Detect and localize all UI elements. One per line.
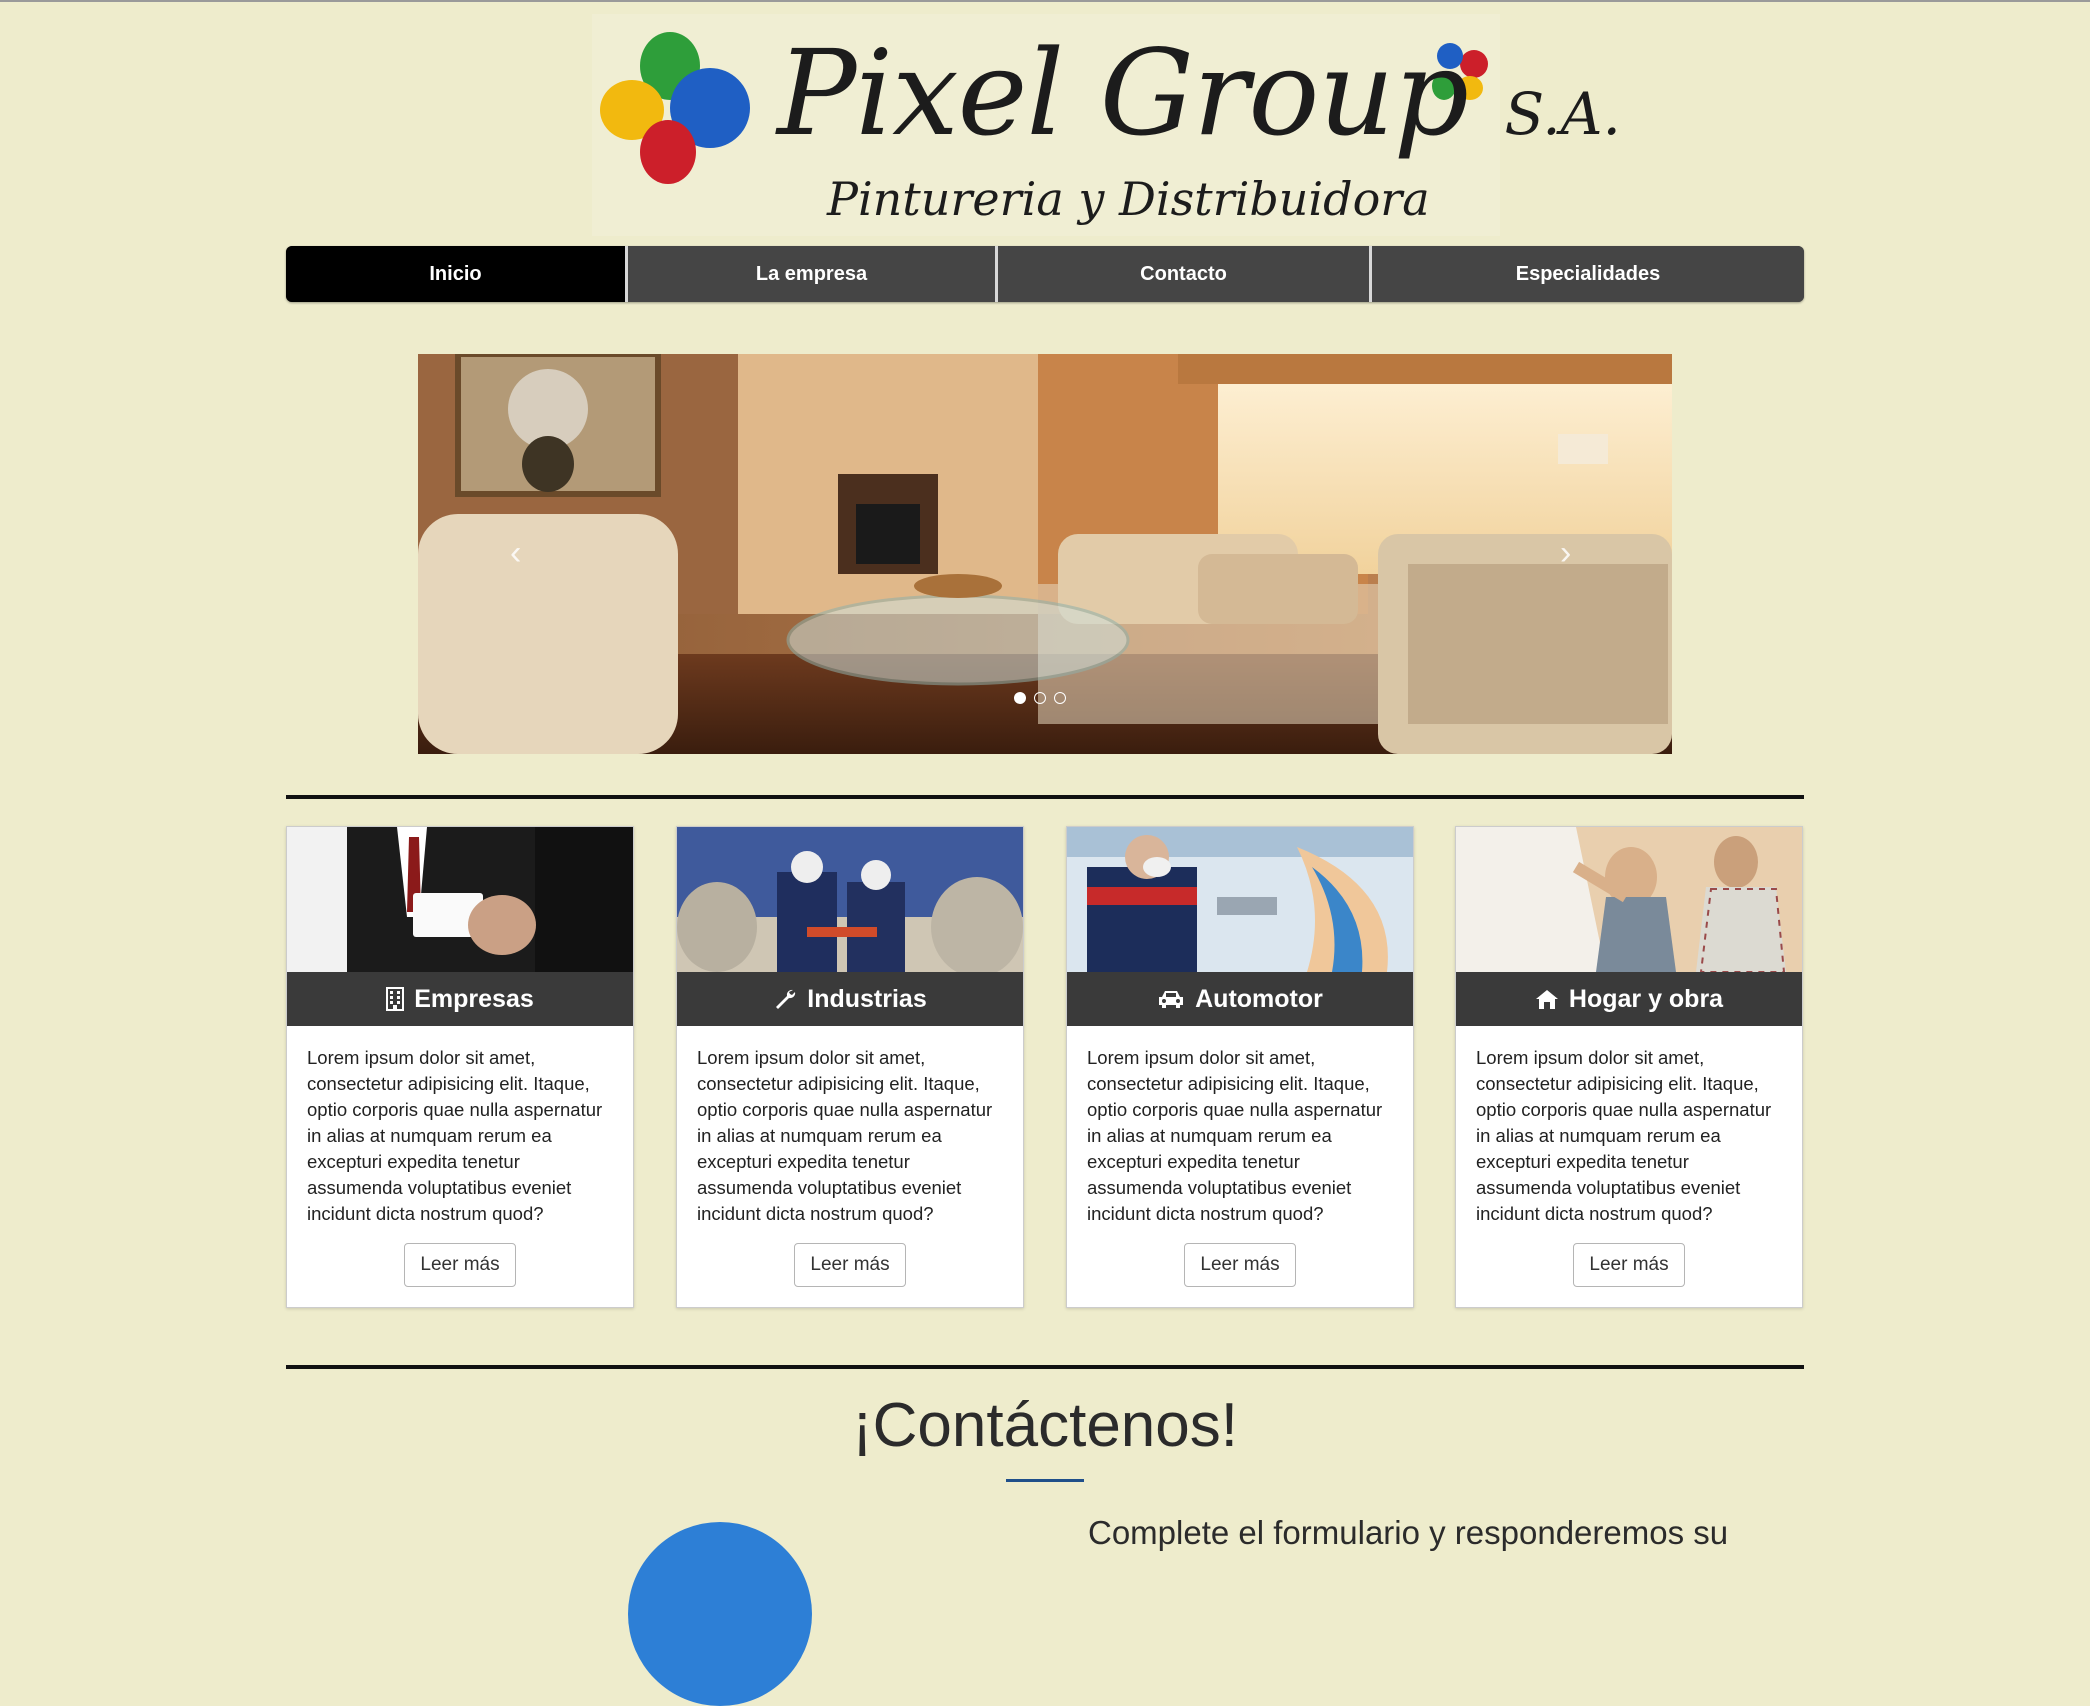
card-body-text: Lorem ipsum dolor sit amet, consectetur … xyxy=(1087,1047,1383,1224)
card-hogar-y-obra: Hogar y obra Lorem ipsum dolor sit amet,… xyxy=(1455,826,1803,1308)
card-image-empresas xyxy=(287,827,633,972)
carousel-next-icon[interactable]: › xyxy=(1560,534,1571,573)
wrench-icon xyxy=(776,989,796,1009)
section-divider-bottom xyxy=(286,1365,1804,1369)
carousel-dot-1[interactable] xyxy=(1014,692,1026,704)
card-image-hogar-y-obra xyxy=(1456,827,1802,972)
card-image-automotor xyxy=(1067,827,1413,972)
card-header-industrias: Industrias xyxy=(677,972,1023,1026)
card-body-text: Lorem ipsum dolor sit amet, consectetur … xyxy=(1476,1047,1772,1224)
carousel-prev-icon[interactable]: ‹ xyxy=(510,534,521,573)
card-image-industrias xyxy=(677,827,1023,972)
nav-item-inicio[interactable]: Inicio xyxy=(286,246,628,302)
browser-top-border xyxy=(0,0,2090,2)
card-header-hogar-y-obra: Hogar y obra xyxy=(1456,972,1802,1026)
read-more-button[interactable]: Leer más xyxy=(1184,1243,1296,1287)
car-icon xyxy=(1159,991,1184,1008)
carousel-indicators xyxy=(1014,692,1066,704)
main-nav: Inicio La empresa Contacto Especialidade… xyxy=(286,246,1804,302)
read-more-button[interactable]: Leer más xyxy=(1573,1243,1685,1287)
card-header-automotor: Automotor xyxy=(1067,972,1413,1026)
card-body-text: Lorem ipsum dolor sit amet, consectetur … xyxy=(697,1047,993,1224)
brand-suffix: S.A. xyxy=(1504,80,1621,148)
nav-item-especialidades[interactable]: Especialidades xyxy=(1372,246,1804,302)
home-icon xyxy=(1535,990,1558,1009)
contact-heading-underline xyxy=(1006,1479,1084,1482)
card-industrias: Industrias Lorem ipsum dolor sit amet, c… xyxy=(676,826,1024,1308)
card-header-empresas: Empresas xyxy=(287,972,633,1026)
card-automotor: Automotor Lorem ipsum dolor sit amet, co… xyxy=(1066,826,1414,1308)
carousel-dot-2[interactable] xyxy=(1034,692,1046,704)
card-title: Industrias xyxy=(807,984,927,1013)
nav-item-la-empresa[interactable]: La empresa xyxy=(628,246,998,302)
card-title: Empresas xyxy=(414,984,534,1013)
read-more-button[interactable]: Leer más xyxy=(404,1243,516,1287)
card-title: Automotor xyxy=(1195,984,1323,1013)
card-title: Hogar y obra xyxy=(1568,984,1724,1013)
hero-carousel: ‹ › xyxy=(418,354,1672,754)
brand-logo[interactable]: Pixel Group S.A. Pintureria y Distribuid… xyxy=(592,14,1621,236)
contact-lead-text: Complete el formulario y responderemos s… xyxy=(1088,1514,1729,1551)
brand-name: Pixel Group S.A. xyxy=(777,24,1621,162)
building-icon xyxy=(386,987,405,1011)
brand-tagline: Pintureria y Distribuidora xyxy=(827,172,1430,226)
contact-avatar-circle xyxy=(628,1522,812,1706)
card-empresas: Empresas Lorem ipsum dolor sit amet, con… xyxy=(286,826,634,1308)
section-divider-top xyxy=(286,795,1804,799)
carousel-dot-3[interactable] xyxy=(1054,692,1066,704)
card-body-text: Lorem ipsum dolor sit amet, consectetur … xyxy=(307,1047,603,1224)
contact-heading: ¡Contáctenos! xyxy=(852,1391,1238,1460)
nav-item-contacto[interactable]: Contacto xyxy=(998,246,1372,302)
read-more-button[interactable]: Leer más xyxy=(794,1243,906,1287)
